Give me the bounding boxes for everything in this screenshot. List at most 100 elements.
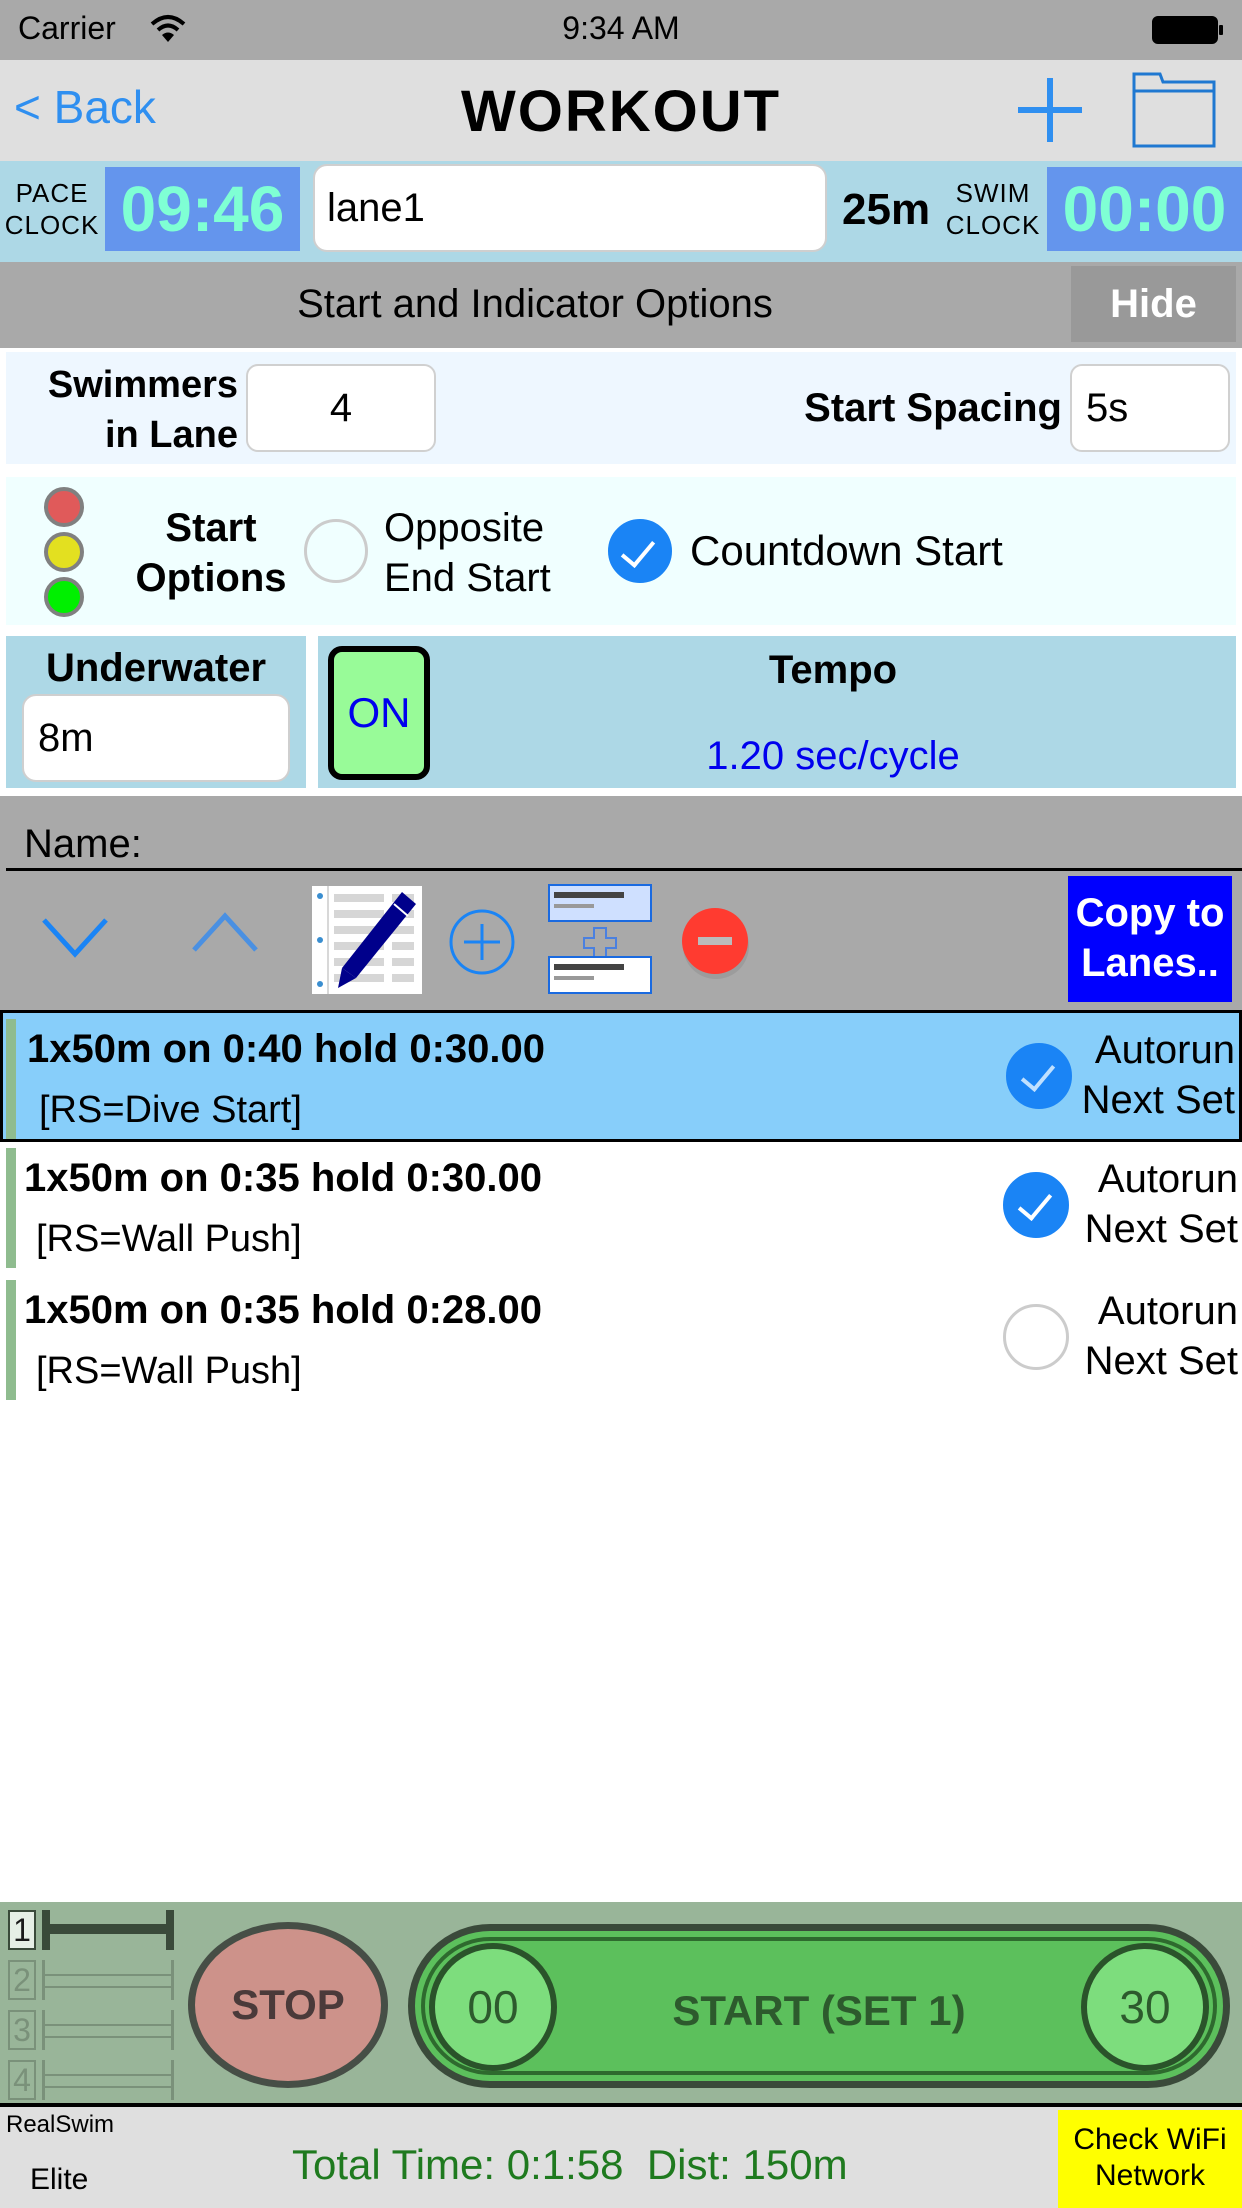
swim-clock-display[interactable]: 00:00 — [1047, 167, 1242, 251]
start-options-label: Start Options — [126, 503, 296, 603]
autorun-label-line1: Autorun — [1094, 1028, 1235, 1072]
set-toolbar: Copy to Lanes.. — [0, 874, 1242, 1010]
lane-number: 1 — [8, 1910, 36, 1950]
tempo-panel: ON Tempo 1.20 sec/cycle — [318, 636, 1236, 788]
pool-length[interactable]: 25m — [842, 185, 930, 235]
lane-selector-3[interactable]: 3 — [8, 2010, 174, 2050]
traffic-light-red-icon — [44, 487, 84, 527]
hide-button[interactable]: Hide — [1071, 266, 1236, 342]
autorun-label-line1: Autorun — [1097, 1157, 1238, 1201]
set-color-bar — [6, 1280, 16, 1400]
countdown-start-label[interactable]: Countdown Start — [690, 527, 1003, 575]
opposite-label-line1: Opposite — [384, 506, 545, 550]
start-button[interactable]: 00 START (SET 1) 30 — [408, 1924, 1230, 2088]
chevron-up-icon[interactable] — [190, 906, 260, 956]
tempo-label: Tempo — [768, 648, 898, 692]
app-tier: Elite — [30, 2163, 89, 2196]
stop-button[interactable]: STOP — [188, 1922, 388, 2088]
lane-rope-icon — [42, 2010, 174, 2050]
swimmers-in-lane-field[interactable]: 4 — [246, 364, 436, 452]
lane-number: 4 — [8, 2060, 36, 2100]
set-title: 1x50m on 0:35 hold 0:30.00 — [24, 1156, 543, 1200]
pace-label-line1: PACE — [15, 178, 89, 208]
nav-bar: < Back WORKOUT — [0, 60, 1242, 161]
footer: RealSwim Elite Total Time: 0:1:58 Dist: … — [0, 2107, 1242, 2208]
chevron-down-icon[interactable] — [40, 914, 110, 964]
copy-label-line2: Lanes.. — [1081, 941, 1219, 985]
opposite-end-start-label[interactable]: Opposite End Start — [384, 503, 551, 603]
autorun-label[interactable]: Autorun Next Set — [1085, 1154, 1238, 1254]
lane-number: 3 — [8, 2010, 36, 2050]
countdown-start-radio[interactable] — [608, 519, 672, 583]
copy-label-line1: Copy to — [1075, 891, 1225, 935]
start-spacing-field[interactable]: 5s — [1070, 364, 1230, 452]
autorun-label-line1: Autorun — [1097, 1289, 1238, 1333]
wifi-label-line1: Check WiFi — [1073, 2123, 1227, 2156]
wifi-label-line2: Network — [1094, 2159, 1206, 2192]
swimmers-label-line1: Swimmers — [47, 364, 238, 406]
traffic-light-yellow-icon — [44, 532, 84, 572]
tempo-value[interactable]: 1.20 sec/cycle — [430, 734, 1236, 779]
check-wifi-button[interactable]: Check WiFi Network — [1058, 2110, 1242, 2208]
underwater-distance-field[interactable]: 8m — [22, 694, 290, 782]
workout-name-label: Name: — [24, 822, 142, 866]
workout-name-row[interactable]: Name: — [0, 796, 1242, 874]
start-options-line2: Options — [135, 556, 287, 600]
tempo-toggle[interactable]: ON — [328, 646, 430, 780]
plus-icon[interactable] — [1018, 78, 1082, 142]
pace-clock-display[interactable]: 09:46 — [105, 167, 300, 251]
set-color-bar — [6, 1148, 16, 1268]
name-underline — [6, 868, 1242, 871]
underwater-panel: Underwater 8m — [6, 636, 306, 788]
set-start-type: [RS=Dive Start] — [39, 1089, 302, 1131]
set-title: 1x50m on 0:40 hold 0:30.00 — [27, 1027, 546, 1071]
folder-icon[interactable] — [1132, 72, 1216, 148]
set-title: 1x50m on 0:35 hold 0:28.00 — [24, 1288, 543, 1332]
total-summary: Total Time: 0:1:58 Dist: 150m — [292, 2141, 848, 2188]
autorun-checkbox[interactable] — [1006, 1043, 1072, 1109]
duplicate-set-icon[interactable] — [548, 884, 652, 994]
start-options-row: Start Options Opposite End Start Countdo… — [6, 477, 1236, 625]
status-bar: Carrier 9:34 AM — [0, 0, 1242, 60]
set-row[interactable]: 1x50m on 0:35 hold 0:28.00 [RS=Wall Push]… — [0, 1274, 1242, 1406]
options-header: Start and Indicator Options Hide — [0, 262, 1242, 348]
set-color-bar — [6, 1019, 16, 1139]
opposite-end-start-radio[interactable] — [304, 519, 368, 583]
swimmers-in-lane-label: Swimmers in Lane — [10, 360, 238, 460]
autorun-label-line2: Next Set — [1084, 1207, 1238, 1251]
autorun-checkbox[interactable] — [1003, 1304, 1069, 1370]
swimmers-label-line2: in Lane — [104, 414, 238, 456]
start-right-counter: 30 — [1081, 1943, 1209, 2071]
battery-full-icon — [1152, 16, 1223, 44]
set-row[interactable]: 1x50m on 0:40 hold 0:30.00 [RS=Dive Start… — [0, 1010, 1242, 1142]
lane-name-input[interactable]: lane1 — [313, 164, 827, 252]
underwater-label: Underwater — [45, 646, 267, 690]
pace-clock-label: PACE CLOCK — [0, 177, 104, 241]
opposite-label-line2: End Start — [384, 556, 551, 600]
autorun-checkbox[interactable] — [1003, 1172, 1069, 1238]
edit-list-icon[interactable] — [312, 886, 422, 994]
copy-to-lanes-button[interactable]: Copy to Lanes.. — [1068, 876, 1232, 1002]
lane-rope-icon — [42, 2060, 174, 2100]
options-title: Start and Indicator Options — [297, 282, 773, 326]
start-options-line1: Start — [165, 506, 257, 550]
lane-selector-2[interactable]: 2 — [8, 1960, 174, 2000]
traffic-light-green-icon — [44, 577, 84, 617]
set-list: 1x50m on 0:40 hold 0:30.00 [RS=Dive Start… — [0, 1010, 1242, 1890]
swimmers-row: Swimmers in Lane 4 Start Spacing 5s — [6, 352, 1236, 464]
lane-rope-icon — [42, 1910, 174, 1950]
delete-circle-icon[interactable] — [680, 906, 750, 980]
lane-selector-1[interactable]: 1 — [8, 1910, 174, 1950]
back-button[interactable]: < Back — [14, 80, 156, 134]
autorun-label[interactable]: Autorun Next Set — [1085, 1286, 1238, 1386]
clock-row: PACE CLOCK 09:46 lane1 25m SWIM CLOCK 00… — [0, 161, 1242, 262]
lane-selector-4[interactable]: 4 — [8, 2060, 174, 2100]
autorun-label[interactable]: Autorun Next Set — [1082, 1025, 1235, 1125]
swim-label-line2: CLOCK — [945, 210, 1041, 240]
autorun-label-line2: Next Set — [1084, 1339, 1238, 1383]
pace-label-line2: CLOCK — [4, 210, 100, 240]
set-row[interactable]: 1x50m on 0:35 hold 0:30.00 [RS=Wall Push]… — [0, 1142, 1242, 1274]
set-start-type: [RS=Wall Push] — [36, 1350, 302, 1392]
status-time: 9:34 AM — [562, 10, 680, 46]
add-circle-icon[interactable] — [448, 908, 516, 976]
